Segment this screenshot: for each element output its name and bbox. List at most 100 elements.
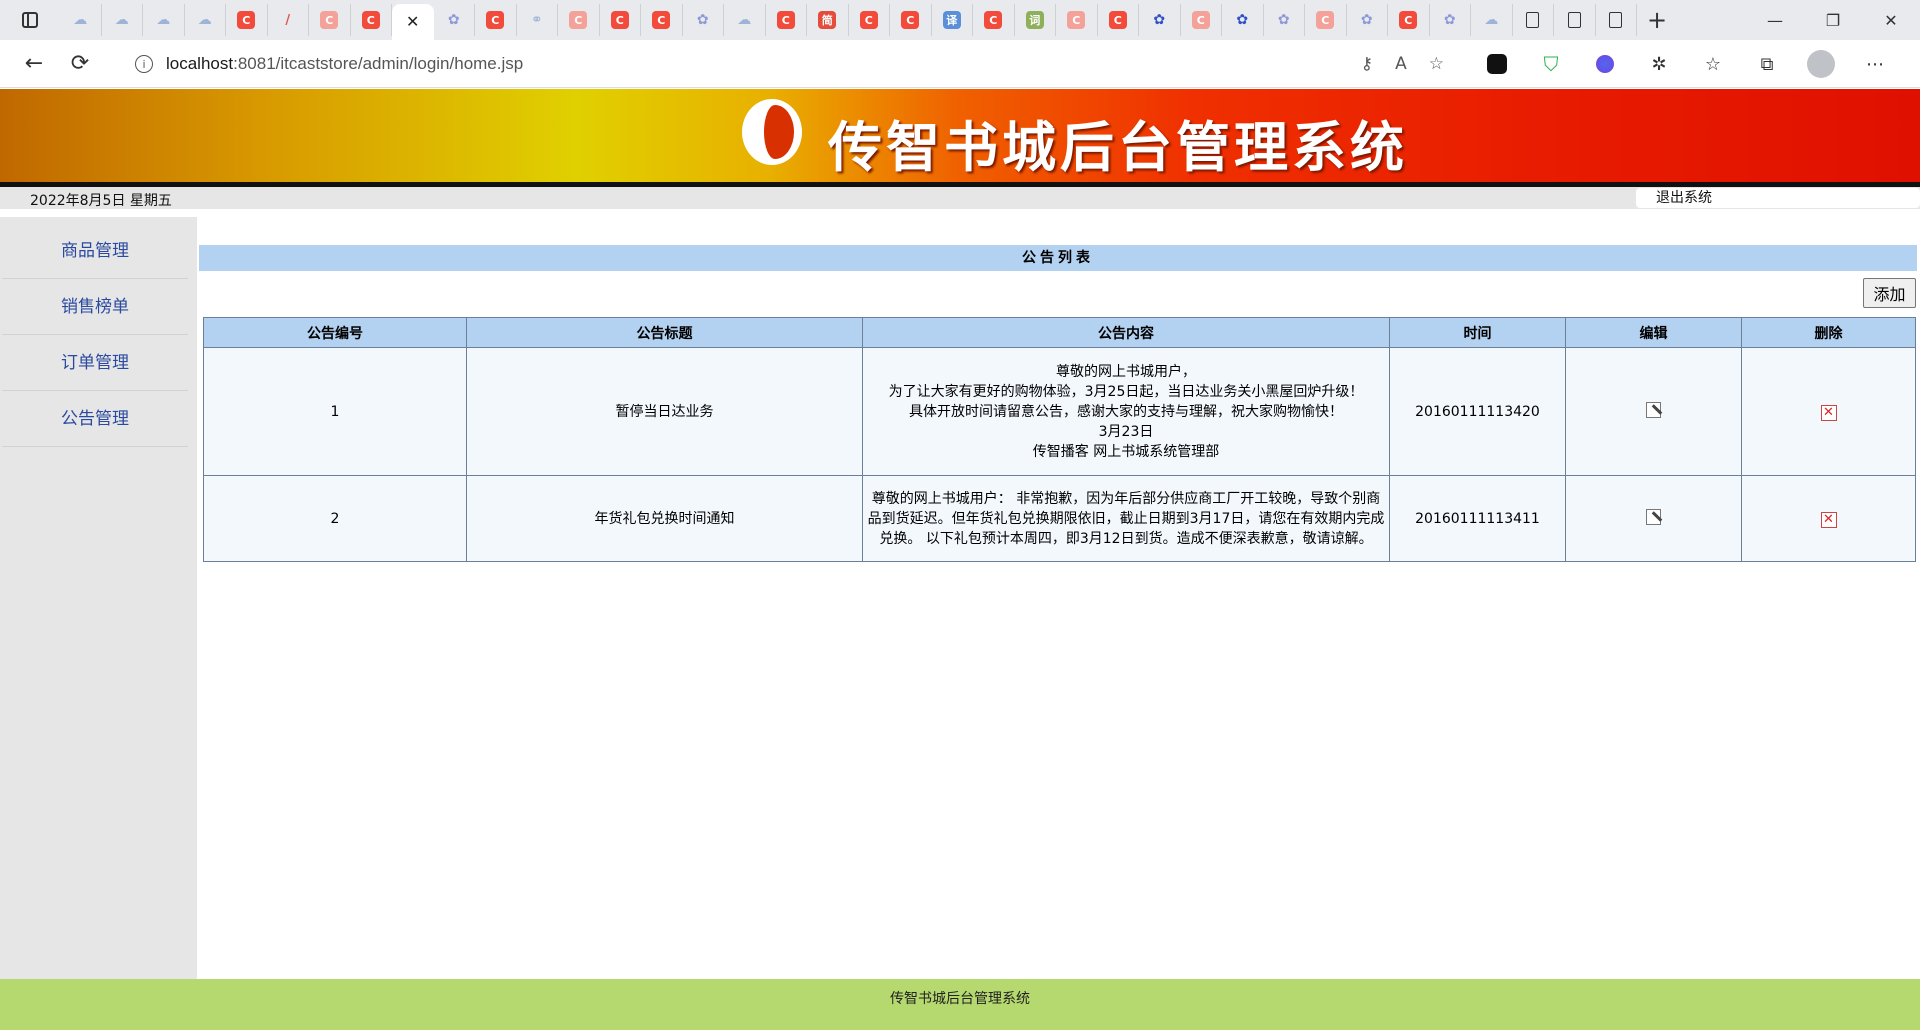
cloud-icon: ☁ (197, 12, 212, 28)
browser-tab[interactable] (1596, 4, 1637, 36)
browser-tab[interactable]: 词 (1015, 4, 1056, 36)
browser-tab[interactable]: ✿ (1264, 4, 1305, 36)
profile-button[interactable] (1794, 40, 1848, 88)
read-aloud-icon[interactable]: A (1395, 54, 1407, 74)
browser-tab[interactable]: ☁ (102, 4, 143, 36)
browser-tab[interactable]: ☁ (143, 4, 185, 36)
c-icon: C (1067, 11, 1086, 29)
c-icon: C (237, 11, 256, 29)
doc-icon (1565, 11, 1583, 29)
c-icon: C (320, 11, 339, 29)
cloud-icon: ☁ (156, 12, 171, 28)
close-icon[interactable]: ✕ (404, 13, 422, 31)
browser-tab[interactable]: ✿ (1430, 4, 1471, 36)
date-text: 2022年8月5日 星期五 (30, 193, 172, 209)
browser-tab[interactable]: ✿ (1347, 4, 1388, 36)
browser-tab[interactable]: 译 (932, 4, 973, 36)
browser-tab[interactable]: ☁ (185, 4, 226, 36)
notice-id-cell: 2 (203, 475, 467, 562)
doc-icon (1524, 11, 1542, 29)
logout-link[interactable]: 退出系统 (1636, 188, 1920, 208)
add-button[interactable]: 添加 (1863, 278, 1916, 308)
extension-button[interactable] (1578, 40, 1632, 88)
browser-tab[interactable]: 简 (807, 4, 849, 36)
c-icon: C (1316, 11, 1335, 29)
paw-icon: ✿ (1360, 12, 1373, 28)
column-header: 删除 (1741, 317, 1916, 348)
browser-tab[interactable]: ✿ (1222, 4, 1264, 36)
extension-button[interactable]: ⛉ (1524, 40, 1578, 88)
browser-tab[interactable]: C (890, 4, 932, 36)
favorites-button[interactable]: ☆ (1686, 40, 1740, 88)
key-icon[interactable]: ⚷ (1361, 54, 1373, 74)
link-icon: ⚭ (530, 12, 543, 28)
browser-tab[interactable]: C (849, 4, 890, 36)
extensions-button[interactable]: ✲ (1632, 40, 1686, 88)
cloud-icon: ☁ (114, 12, 129, 28)
column-header: 时间 (1389, 317, 1566, 348)
browser-tab[interactable]: C (1305, 4, 1347, 36)
browser-tab[interactable]: C (558, 4, 600, 36)
site-info-button[interactable]: i (126, 55, 162, 73)
delete-cell: ✕ (1741, 475, 1916, 562)
c-icon: C (652, 11, 671, 29)
browser-tab[interactable]: / (268, 4, 309, 36)
browser-tab[interactable]: C (1181, 4, 1222, 36)
notice-content-cell: 尊敬的网上书城用户， 为了让大家有更好的购物体验，3月25日起，当日达业务关小黑… (862, 347, 1390, 476)
browser-tab[interactable]: C (600, 4, 641, 36)
sidebar-item[interactable]: 销售榜单 (2, 279, 188, 335)
browser-tab[interactable] (1513, 4, 1554, 36)
tab-strip: ☁ ☁ ☁ ☁ C / C C ✕ ✿ C ⚭ C C C ✿ ☁ C 简 C C 译 C 词 C C ✿ C ✿ ✿ C ✿ C ✿ ☁ (60, 0, 1637, 40)
browser-tab[interactable]: C (351, 4, 392, 36)
sidebar-item[interactable]: 商品管理 (2, 223, 188, 279)
browser-tab[interactable]: C (309, 4, 351, 36)
delete-icon[interactable]: ✕ (1820, 404, 1837, 421)
notice-table: 公告编号 公告标题 公告内容 时间 编辑 删除 1 暂停当日达业务 尊敬的网上书城用户， 为了… (203, 317, 1916, 562)
banner-title: 传智书城后台管理系统 (828, 116, 1408, 179)
browser-tab[interactable]: C (1388, 4, 1430, 36)
browser-tab[interactable]: C (973, 4, 1015, 36)
browser-tab[interactable]: ✿ (683, 4, 724, 36)
browser-tab[interactable]: C (226, 4, 268, 36)
url-field[interactable]: i localhost:8081/itcaststore/admin/login… (126, 46, 1456, 82)
browser-tab[interactable]: ☁ (1471, 4, 1513, 36)
back-button[interactable]: ← (12, 44, 56, 84)
browser-tab[interactable]: ⚭ (517, 4, 558, 36)
browser-tab[interactable]: ☁ (724, 4, 766, 36)
info-icon: i (135, 55, 153, 73)
delete-icon[interactable]: ✕ (1820, 511, 1837, 528)
browser-tab[interactable] (1554, 4, 1596, 36)
add-favorite-icon[interactable]: ☆ (1429, 54, 1444, 74)
extension-dot-icon (1596, 55, 1614, 73)
column-header: 公告内容 (862, 317, 1390, 348)
refresh-button[interactable]: ⟳ (58, 44, 102, 84)
tab-actions-menu-button[interactable] (0, 0, 60, 40)
browser-tab[interactable]: C (641, 4, 683, 36)
collections-button[interactable]: ⧉ (1740, 40, 1794, 88)
column-header: 公告编号 (203, 317, 467, 348)
edit-icon[interactable] (1645, 400, 1663, 418)
c-icon: C (1108, 11, 1127, 29)
sidebar-item[interactable]: 公告管理 (2, 391, 188, 447)
info-bar: 2022年8月5日 星期五 退出系统 (0, 187, 1920, 209)
settings-menu-button[interactable]: ⋯ (1848, 40, 1902, 88)
close-window-button[interactable]: ✕ (1862, 0, 1920, 40)
extension-button[interactable] (1470, 40, 1524, 88)
browser-tab[interactable]: C (1056, 4, 1098, 36)
browser-tab[interactable]: ✿ (1139, 4, 1181, 36)
browser-tab[interactable]: ☁ (60, 4, 102, 36)
restore-button[interactable]: ❐ (1804, 0, 1862, 40)
new-tab-button[interactable]: + (1637, 0, 1677, 40)
edit-icon[interactable] (1645, 507, 1663, 525)
cloud-icon: ☁ (73, 12, 88, 28)
sidebar-item[interactable]: 订单管理 (2, 335, 188, 391)
c-icon: C (1191, 11, 1210, 29)
browser-tab[interactable]: C (1098, 4, 1139, 36)
browser-tab[interactable]: ✕ (392, 4, 434, 40)
pen-icon: / (285, 12, 291, 28)
minimize-button[interactable]: — (1746, 0, 1804, 40)
browser-tab[interactable]: C (766, 4, 807, 36)
browser-tab[interactable]: ✿ (434, 4, 475, 36)
browser-tab[interactable]: C (475, 4, 517, 36)
doc-icon (1607, 11, 1625, 29)
